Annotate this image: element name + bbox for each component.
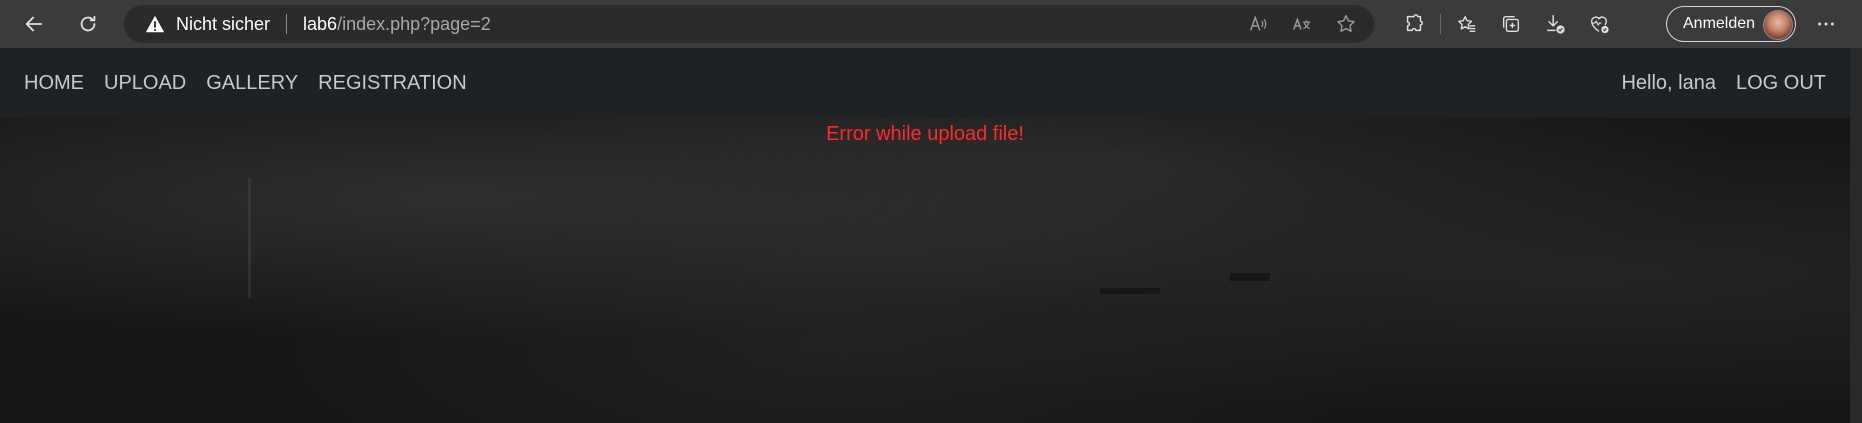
back-arrow-icon[interactable] bbox=[16, 6, 52, 42]
more-dots-icon[interactable] bbox=[1806, 6, 1846, 42]
scrollbar[interactable] bbox=[1850, 48, 1862, 423]
site-navbar: HOME UPLOAD GALLERY REGISTRATION Hello, … bbox=[0, 48, 1850, 118]
browser-toolbar: Nicht sicher lab6 /index.php?page=2 Anme… bbox=[0, 0, 1862, 48]
url-host[interactable]: lab6 bbox=[303, 14, 337, 35]
star-icon[interactable] bbox=[1334, 12, 1358, 36]
security-indicator[interactable]: Nicht sicher bbox=[176, 14, 270, 35]
favorites-icon[interactable] bbox=[1445, 6, 1489, 42]
nav-link-registration[interactable]: REGISTRATION bbox=[318, 72, 467, 95]
download-icon[interactable] bbox=[1533, 6, 1577, 42]
page-content: HOME UPLOAD GALLERY REGISTRATION Hello, … bbox=[0, 48, 1850, 423]
warning-icon[interactable] bbox=[144, 13, 166, 35]
heart-pulse-icon[interactable] bbox=[1577, 6, 1621, 42]
avatar[interactable] bbox=[1763, 10, 1793, 40]
read-aloud-icon[interactable] bbox=[1246, 12, 1270, 36]
url-path[interactable]: /index.php?page=2 bbox=[337, 14, 491, 35]
refresh-icon[interactable] bbox=[70, 6, 106, 42]
toolbar-divider bbox=[1440, 14, 1441, 34]
signin-button[interactable]: Anmelden bbox=[1666, 6, 1796, 42]
nav-link-home[interactable]: HOME bbox=[24, 72, 84, 95]
translate-icon[interactable] bbox=[1290, 12, 1314, 36]
logout-link[interactable]: LOG OUT bbox=[1736, 72, 1826, 95]
user-greeting: Hello, lana bbox=[1621, 71, 1716, 94]
address-bar[interactable]: Nicht sicher lab6 /index.php?page=2 bbox=[124, 5, 1374, 43]
signin-label: Anmelden bbox=[1683, 15, 1756, 32]
nav-link-upload[interactable]: UPLOAD bbox=[104, 72, 186, 95]
nav-link-gallery[interactable]: GALLERY bbox=[206, 72, 298, 95]
background-texture bbox=[1230, 273, 1270, 281]
background-texture bbox=[1100, 288, 1160, 294]
collections-icon[interactable] bbox=[1489, 6, 1533, 42]
puzzle-icon[interactable] bbox=[1392, 6, 1436, 42]
background-texture bbox=[248, 178, 251, 298]
error-message: Error while upload file! bbox=[826, 123, 1024, 145]
address-separator bbox=[286, 14, 288, 34]
